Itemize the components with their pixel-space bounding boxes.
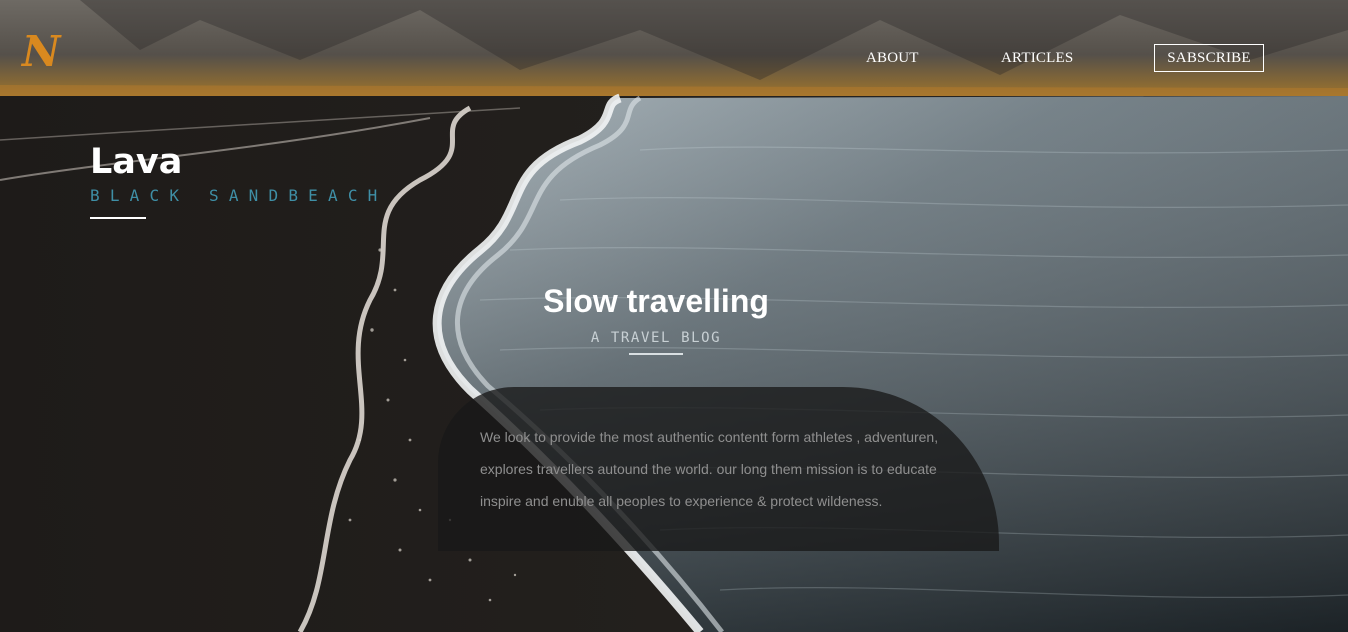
nav-link-about[interactable]: ABOUT xyxy=(866,50,919,67)
about-line: inspire and enuble all peoples to experi… xyxy=(480,493,883,509)
hero-title-block: Lava BLACK SANDBEACH xyxy=(90,140,388,219)
about-panel: We look to provide the most authentic co… xyxy=(438,387,999,551)
nav-link-articles[interactable]: ARTICLES xyxy=(1001,50,1073,67)
hero-title-underline xyxy=(90,217,146,219)
hero-title: Lava xyxy=(90,142,183,182)
about-line: explores travellers autound the world. o… xyxy=(480,461,937,477)
blog-title: Slow travelling xyxy=(543,283,769,319)
blog-title-block: Slow travelling A TRAVEL BLOG xyxy=(440,282,872,355)
blog-subtitle: A TRAVEL BLOG xyxy=(590,330,722,346)
about-description: We look to provide the most authentic co… xyxy=(480,421,980,517)
blog-title-underline xyxy=(629,353,683,355)
about-line: We look to provide the most authentic co… xyxy=(480,429,939,445)
top-navigation: ABOUT ARTICLES SABSCRIBE xyxy=(0,44,1348,72)
hero-section: N ABOUT ARTICLES SABSCRIBE Lava BLACK SA… xyxy=(0,0,1348,632)
hero-subtitle: BLACK SANDBEACH xyxy=(90,186,388,205)
subscribe-button[interactable]: SABSCRIBE xyxy=(1154,44,1264,72)
